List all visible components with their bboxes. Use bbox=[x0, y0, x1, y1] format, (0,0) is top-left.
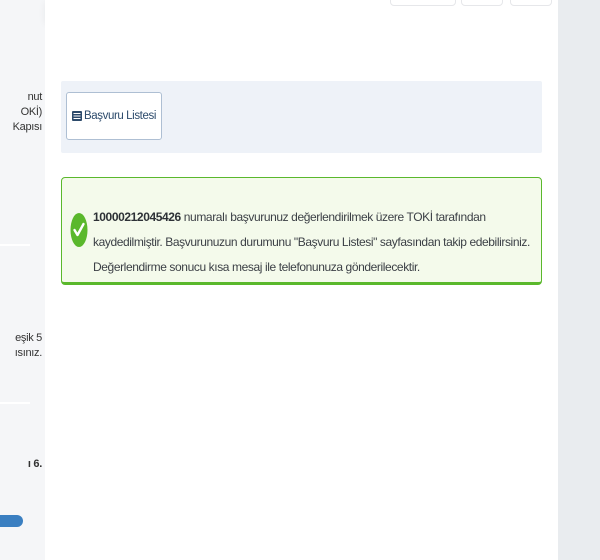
success-alert: 10000212045426 numaralı başvurunuz değer… bbox=[61, 177, 542, 285]
sidebar-text-line: OKİ) bbox=[20, 106, 43, 118]
sidebar-text-block-2: eşik 5 ısınız. bbox=[14, 331, 43, 361]
header-button[interactable] bbox=[461, 0, 503, 6]
sidebar: nut OKİ) Kapısı eşik 5 ısınız. ı 6. bbox=[0, 0, 45, 560]
sidebar-text-line: nut bbox=[27, 91, 43, 103]
sidebar-divider bbox=[0, 244, 30, 246]
sidebar-text-line: Kapısı bbox=[12, 121, 43, 133]
sidebar-text-line: ı 6. bbox=[27, 458, 42, 470]
sidebar-divider bbox=[0, 402, 30, 404]
sidebar-progress-bar[interactable] bbox=[0, 515, 23, 527]
header-button[interactable] bbox=[390, 0, 456, 6]
sidebar-text-block-3: ı 6. bbox=[28, 457, 42, 472]
sidebar-text-line: eşik 5 bbox=[15, 332, 42, 344]
sidebar-text-line: ısınız. bbox=[14, 347, 43, 359]
main-panel: Başvuru Listesi 10000212045426 numaralı … bbox=[45, 22, 558, 560]
right-gutter bbox=[558, 0, 600, 560]
application-number: 10000212045426 bbox=[93, 210, 181, 224]
check-circle-icon bbox=[70, 213, 88, 247]
application-list-button-label: Başvuru Listesi bbox=[84, 110, 156, 122]
success-message: 10000212045426 numaralı başvurunuz değer… bbox=[93, 205, 539, 280]
top-header bbox=[45, 0, 558, 22]
header-button[interactable] bbox=[510, 0, 552, 6]
application-list-button[interactable]: Başvuru Listesi bbox=[66, 92, 162, 140]
sidebar-text-block-1: nut OKİ) Kapısı bbox=[12, 90, 43, 135]
list-icon bbox=[72, 111, 82, 121]
action-toolbar: Başvuru Listesi bbox=[61, 81, 542, 153]
